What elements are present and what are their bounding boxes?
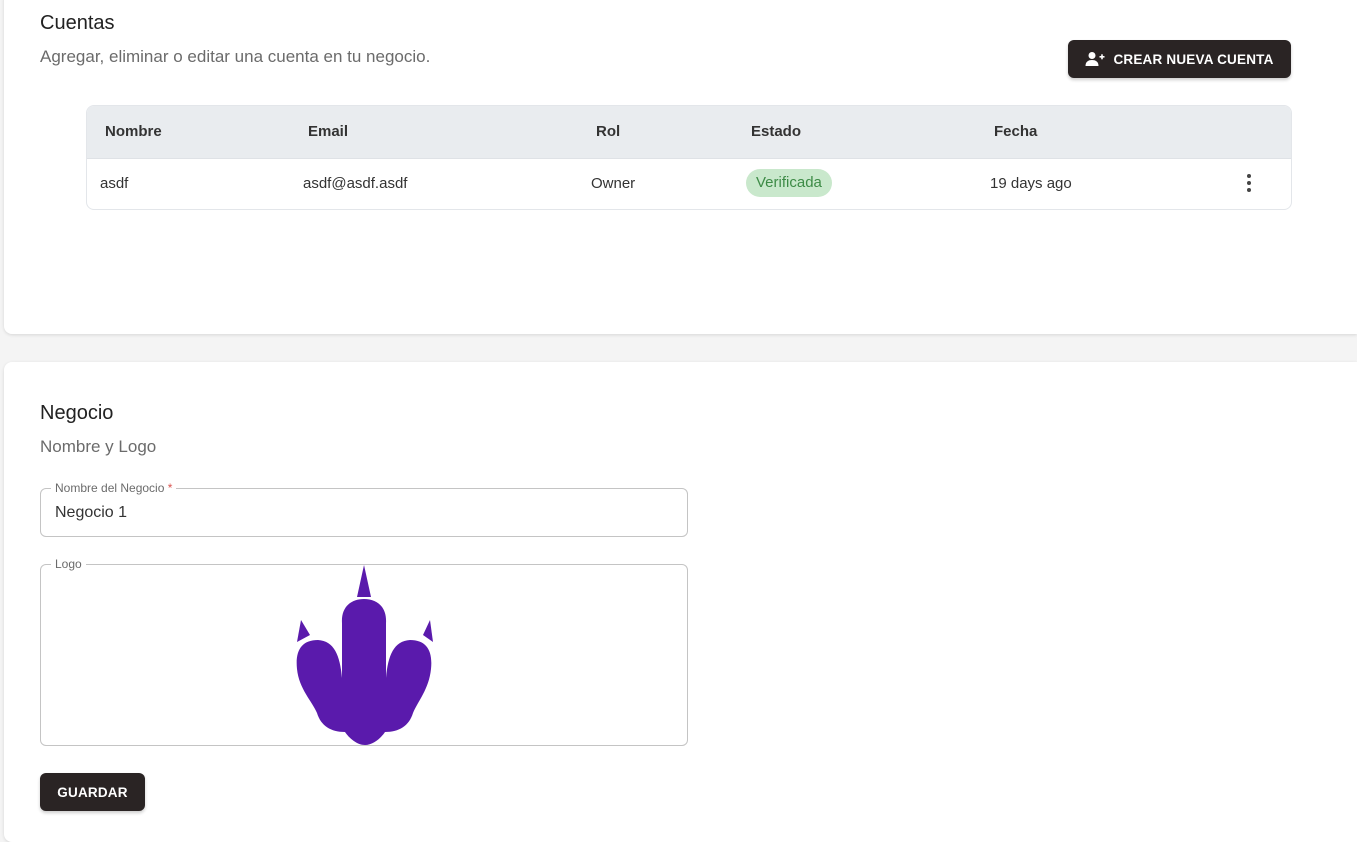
- dinosaur-footprint-logo[interactable]: [295, 565, 435, 747]
- save-button[interactable]: GUARDAR: [40, 773, 145, 811]
- accounts-subtitle: Agregar, eliminar o editar una cuenta en…: [40, 47, 431, 66]
- create-account-button[interactable]: CREAR NUEVA CUENTA: [1068, 40, 1291, 78]
- column-header-nombre: Nombre: [105, 123, 162, 140]
- business-name-field[interactable]: Nombre del Negocio * Negocio 1: [40, 481, 688, 537]
- accounts-title: Cuentas: [40, 12, 115, 34]
- required-mark: *: [167, 481, 173, 495]
- business-subtitle: Nombre y Logo: [40, 437, 157, 456]
- person-add-icon: [1085, 51, 1105, 67]
- column-header-email: Email: [308, 123, 349, 140]
- logo-field[interactable]: Logo: [40, 557, 688, 747]
- column-header-estado: Estado: [751, 123, 802, 140]
- business-name-input[interactable]: Negocio 1: [55, 504, 127, 522]
- cell-email: asdf@asdf.asdf: [303, 175, 408, 192]
- create-account-label: CREAR NUEVA CUENTA: [1113, 51, 1274, 67]
- business-card: Negocio Nombre y Logo Nombre del Negocio…: [4, 362, 1357, 842]
- more-vert-icon[interactable]: [1243, 173, 1255, 193]
- logo-label: Logo: [51, 557, 86, 571]
- accounts-card: Cuentas Agregar, eliminar o editar una c…: [4, 0, 1357, 334]
- accounts-table: Nombre Email Rol Estado Fecha asdf asdf@…: [86, 105, 1292, 210]
- column-header-rol: Rol: [596, 123, 621, 140]
- cell-nombre: asdf: [100, 175, 129, 192]
- column-header-fecha: Fecha: [994, 123, 1038, 140]
- table-row[interactable]: asdf asdf@asdf.asdf Owner Verificada 19 …: [87, 159, 1291, 209]
- cell-rol: Owner: [591, 175, 636, 192]
- table-header: Nombre Email Rol Estado Fecha: [87, 106, 1291, 159]
- cell-fecha: 19 days ago: [990, 175, 1072, 192]
- save-button-label: GUARDAR: [57, 784, 128, 800]
- business-name-label: Nombre del Negocio *: [51, 481, 177, 495]
- status-badge: Verificada: [746, 169, 832, 197]
- business-title: Negocio: [40, 402, 114, 424]
